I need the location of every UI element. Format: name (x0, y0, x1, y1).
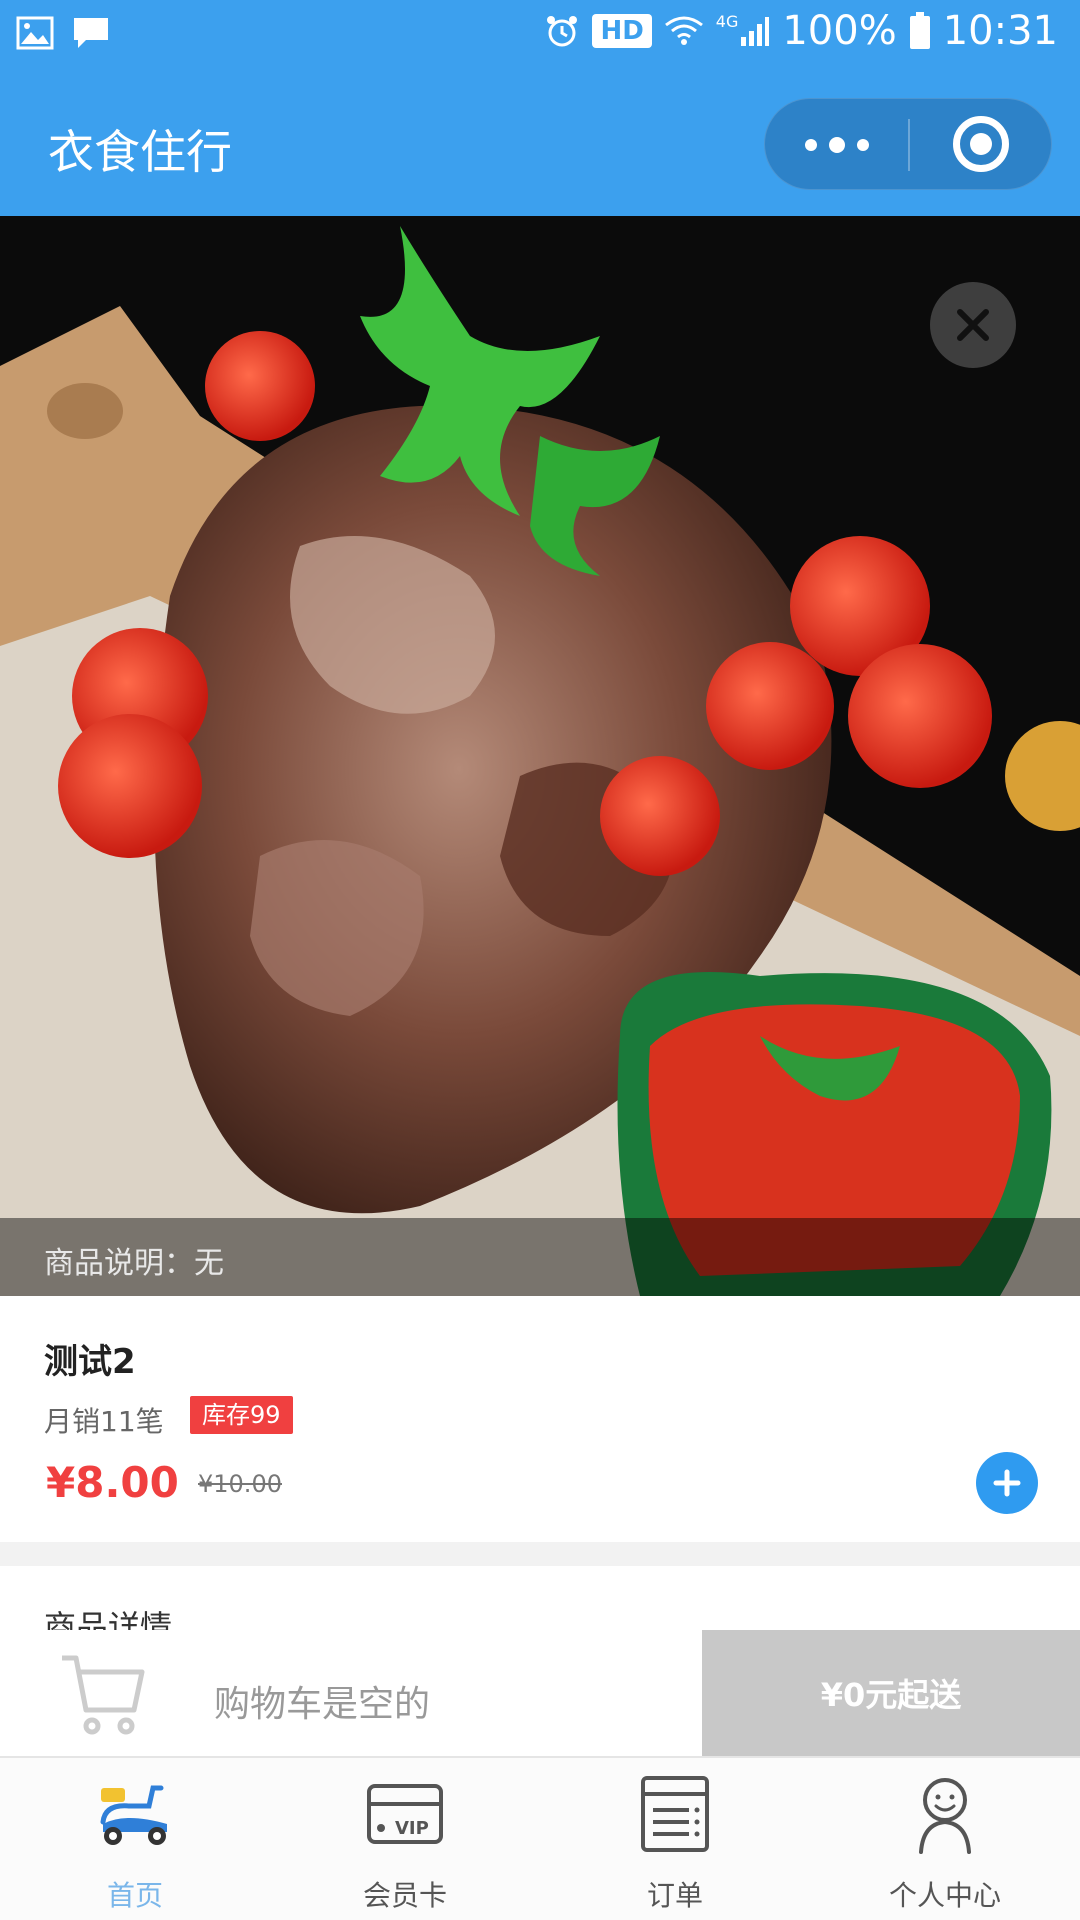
order-list-icon (641, 1776, 709, 1852)
close-preview-button[interactable] (930, 282, 1016, 368)
plus-icon (993, 1469, 1021, 1497)
tab-home[interactable]: 首页 (0, 1764, 270, 1914)
wifi-icon (664, 16, 703, 45)
capsule-divider (908, 119, 910, 171)
more-dot-icon (857, 139, 869, 151)
scooter-icon (100, 1785, 167, 1845)
nav-bar: 衣食住行 (0, 72, 1080, 216)
close-program-button[interactable] (953, 116, 1009, 172)
min-order-label: ¥0元起送 (820, 1676, 962, 1714)
svg-text:VIP: VIP (395, 1818, 429, 1839)
min-order-button[interactable]: ¥0元起送 (702, 1630, 1080, 1756)
more-dot-icon (829, 137, 845, 153)
tab-home-label: 首页 (106, 1879, 163, 1912)
stock-badge: 库存99 (190, 1396, 293, 1434)
signal-icon (741, 17, 770, 46)
product-name: 测试2 (44, 1342, 136, 1382)
network-label: 4G (715, 11, 739, 31)
vip-card-icon: VIP (367, 1784, 443, 1844)
tab-orders-label: 订单 (646, 1879, 703, 1912)
tab-profile[interactable]: 个人中心 (810, 1764, 1080, 1914)
cart-icon[interactable] (56, 1650, 146, 1740)
section-divider (0, 1542, 1080, 1566)
message-icon (74, 18, 108, 48)
monthly-sales: 月销11笔 (44, 1405, 164, 1438)
status-bar: HD 4G 100% 10:31 (0, 0, 1080, 72)
steak-photo (0, 216, 1080, 1296)
tab-vip-card[interactable]: VIP 会员卡 (270, 1764, 540, 1914)
product-description: 商品说明：无 (44, 1246, 224, 1281)
add-to-cart-button[interactable] (976, 1452, 1038, 1514)
battery-icon (909, 12, 930, 49)
mini-program-capsule (764, 98, 1052, 190)
alarm-icon (547, 16, 578, 47)
profile-icon (919, 1778, 971, 1854)
tab-profile-label: 个人中心 (888, 1879, 1001, 1912)
tab-vip-card-label: 会员卡 (362, 1879, 447, 1912)
tab-orders[interactable]: 订单 (540, 1764, 810, 1914)
cart-empty-text: 购物车是空的 (214, 1684, 431, 1725)
hd-badge: HD (592, 14, 652, 48)
more-options-button[interactable] (805, 125, 869, 165)
original-price: ¥10.00 (198, 1470, 282, 1498)
product-image (0, 216, 1080, 1296)
page-title: 衣食住行 (48, 125, 232, 179)
more-dot-icon (805, 139, 817, 151)
gallery-icon (16, 16, 54, 50)
clock: 10:31 (942, 8, 1058, 54)
battery-percent: 100% (782, 8, 897, 54)
close-icon (957, 309, 989, 341)
product-price: ¥8.00 (46, 1458, 179, 1507)
